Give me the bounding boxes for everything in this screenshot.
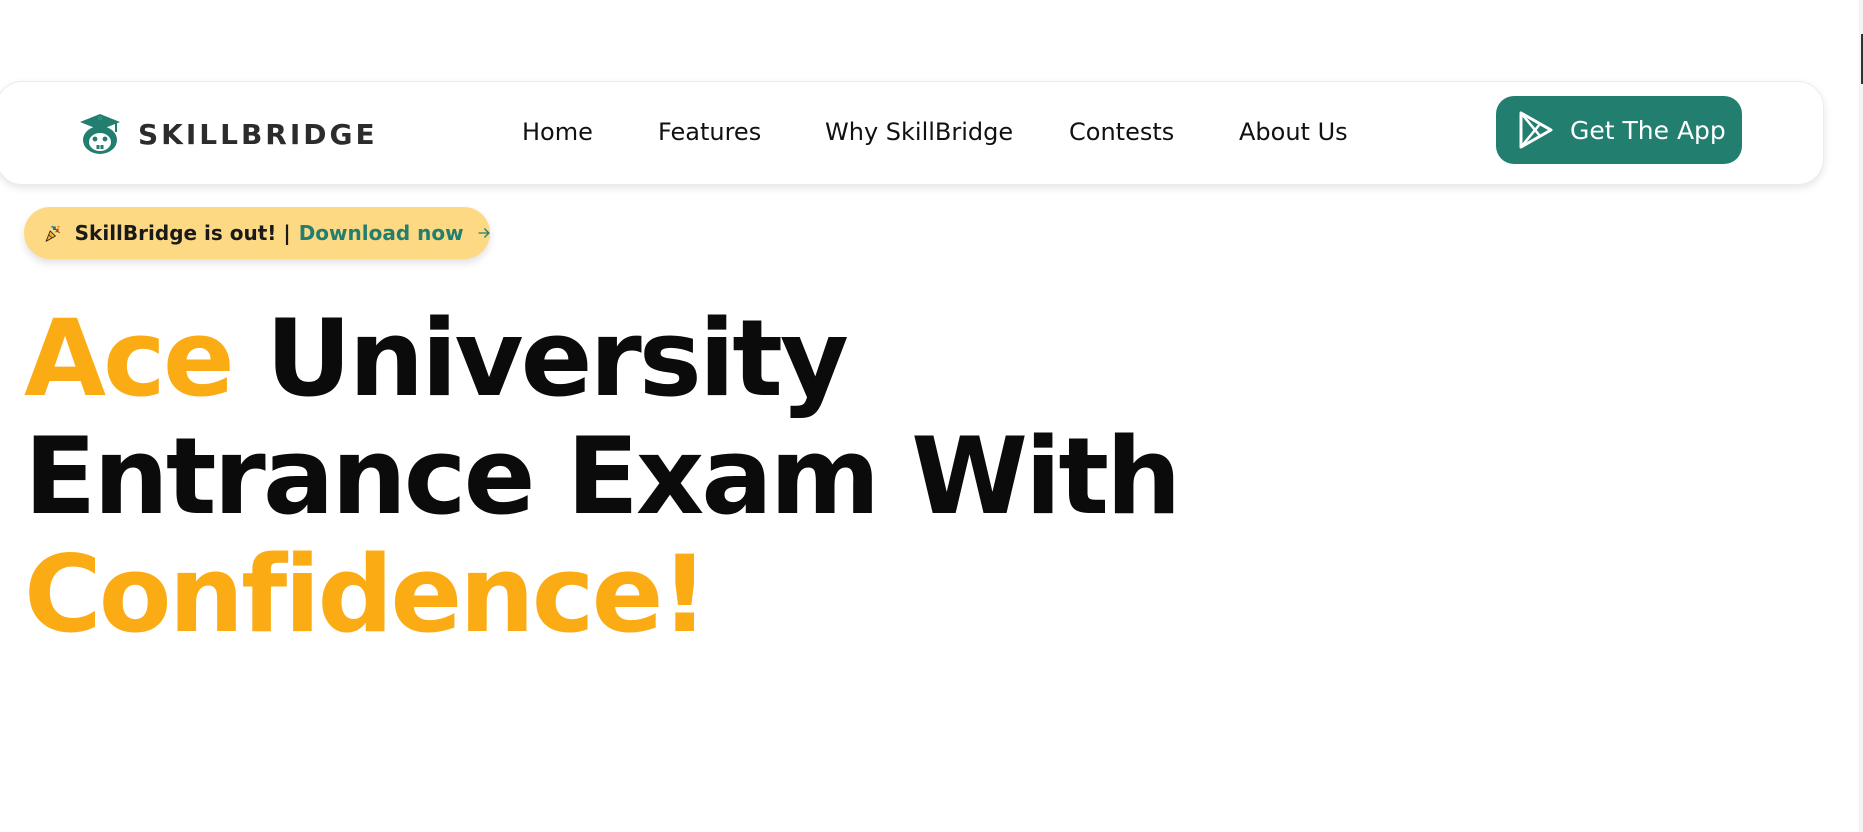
nav-item-contests[interactable]: Contests	[1069, 118, 1174, 146]
announcement-banner: SkillBridge is out! | Download now	[24, 207, 490, 259]
nav-item-about-us[interactable]: About Us	[1239, 118, 1348, 146]
nav-item-home[interactable]: Home	[522, 118, 593, 146]
navbar: SKILLBRIDGE Home Features Why SkillBridg…	[0, 81, 1824, 185]
party-popper-icon	[45, 225, 60, 242]
play-store-icon	[1519, 111, 1553, 149]
download-now-link[interactable]: Download now	[299, 221, 464, 245]
page: SKILLBRIDGE Home Features Why SkillBridg…	[0, 0, 1863, 832]
graduation-cap-mascot-icon	[80, 114, 120, 154]
hero-line-2: Entrance Exam With	[24, 415, 1181, 538]
brand-name: SKILLBRIDGE	[138, 117, 378, 151]
scrollbar-track[interactable]	[1859, 0, 1863, 832]
hero-line-1: Ace University	[24, 300, 1179, 418]
hero-accent-ace: Ace	[24, 297, 235, 420]
hero-university: University	[265, 297, 849, 420]
nav-item-why-skillbridge[interactable]: Why SkillBridge	[825, 118, 1013, 146]
announcement-text: SkillBridge is out! |	[74, 221, 291, 245]
nav-item-features[interactable]: Features	[658, 118, 761, 146]
brand-logo-link[interactable]: SKILLBRIDGE	[76, 112, 378, 156]
arrow-right-icon[interactable]	[477, 223, 490, 243]
hero-headline: Ace University Entrance Exam With Confid…	[24, 300, 1181, 656]
hero-accent-confidence: Confidence!	[24, 533, 709, 656]
get-the-app-button[interactable]: Get The App	[1496, 96, 1742, 164]
get-the-app-label: Get The App	[1570, 115, 1726, 145]
